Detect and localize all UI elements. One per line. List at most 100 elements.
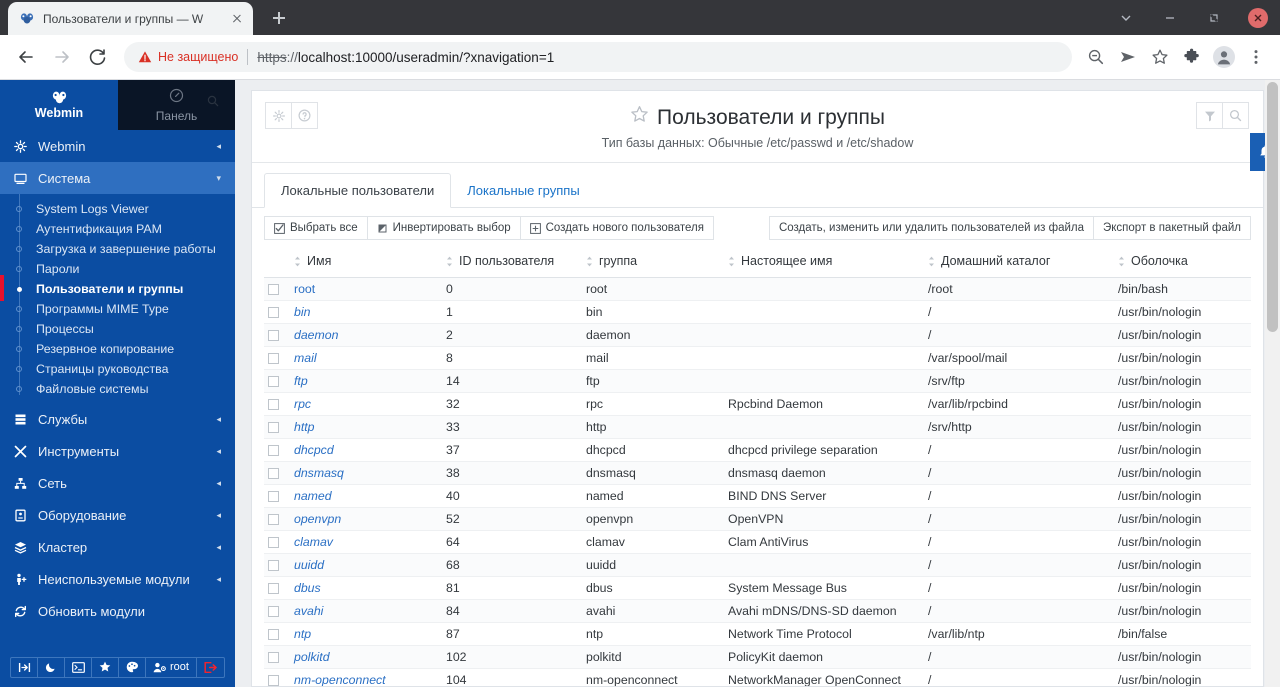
user-link[interactable]: ntp [294,627,311,641]
user-link[interactable]: dbus [294,581,321,595]
row-checkbox[interactable] [268,329,279,341]
table-row[interactable]: http 33 http/srv/http/usr/bin/nologin [264,415,1251,439]
sidebar-item-dashboard[interactable]: Панель [118,80,235,130]
user-link[interactable]: rpc [294,397,311,411]
column-header-home-dir[interactable]: Домашний каталог [924,248,1114,278]
cell-name[interactable]: bin [290,300,442,324]
row-checkbox-cell[interactable] [264,277,290,301]
table-row[interactable]: uuidd 68 uuidd //usr/bin/nologin [264,553,1251,577]
row-checkbox-cell[interactable] [264,415,290,439]
user-link[interactable]: clamav [294,535,333,549]
send-icon[interactable] [1112,41,1144,73]
row-checkbox[interactable] [268,536,279,548]
row-checkbox[interactable] [268,605,279,617]
cell-name[interactable]: dhcpcd [290,438,442,462]
page-scrollbar[interactable] [1265,80,1280,687]
terminal-button[interactable] [65,657,92,677]
row-checkbox-cell[interactable] [264,599,290,623]
row-checkbox[interactable] [268,467,279,479]
user-link[interactable]: polkitd [294,650,330,664]
puzzle-icon[interactable] [1176,41,1208,73]
user-link[interactable]: http [294,420,315,434]
sidebar-group-webmin[interactable]: Webmin ◂ [0,130,235,162]
cell-name[interactable]: dnsmasq [290,461,442,485]
filter-button[interactable] [1196,102,1223,129]
cell-name[interactable]: rpc [290,392,442,416]
cell-name[interactable]: ftp [290,369,442,393]
row-checkbox-cell[interactable] [264,369,290,393]
sidebar-item-pam-auth[interactable]: Аутентификация PAM [0,219,235,239]
user-link[interactable]: dnsmasq [294,466,344,480]
sidebar-group-system[interactable]: Система ▾ [0,162,235,194]
row-checkbox[interactable] [268,651,279,663]
cell-name[interactable]: root [290,277,442,301]
user-link[interactable]: uuidd [294,558,324,572]
cell-name[interactable]: clamav [290,530,442,554]
row-checkbox[interactable] [268,513,279,525]
row-checkbox-cell[interactable] [264,484,290,508]
row-checkbox-cell[interactable] [264,645,290,669]
export-batch-file-button[interactable]: Экспорт в пакетный файл [1093,216,1251,240]
close-icon[interactable] [1236,0,1280,35]
table-row[interactable]: clamav 64 clamav Clam AntiVirus //usr/bin/no… [264,530,1251,554]
table-row[interactable]: nm-openconnect 104 nm-openconnect NetworkMa… [264,668,1251,686]
row-checkbox[interactable] [268,375,279,387]
help-button[interactable] [291,102,318,129]
cell-name[interactable]: dbus [290,576,442,600]
table-row[interactable]: bin 1 bin //usr/bin/nologin [264,300,1251,324]
user-link[interactable]: nm-openconnect [294,673,386,686]
cell-name[interactable]: openvpn [290,507,442,531]
row-checkbox-cell[interactable] [264,346,290,370]
row-checkbox[interactable] [268,398,279,410]
sidebar-brand[interactable]: Webmin [0,80,118,130]
column-header-real-name[interactable]: Настоящее имя [724,248,924,278]
back-arrow-icon[interactable] [8,41,44,73]
tab-local-users[interactable]: Локальные пользователи [264,173,452,208]
table-row[interactable]: mail 8 mail/var/spool/mail/usr/bin/nologin [264,346,1251,370]
user-link[interactable]: daemon [294,328,338,342]
select-all-button[interactable]: Выбрать все [264,216,368,240]
sidebar-item-system-logs-viewer[interactable]: System Logs Viewer [0,199,235,219]
table-row[interactable]: openvpn 52 openvpn OpenVPN //usr/bin/nologin [264,507,1251,531]
cell-name[interactable]: named [290,484,442,508]
sidebar-item-mime-type-programs[interactable]: Программы MIME Type [0,299,235,319]
reload-icon[interactable] [80,41,116,73]
zoom-out-icon[interactable] [1080,41,1112,73]
table-row[interactable]: named 40 named BIND DNS Server //usr/bin/nol… [264,484,1251,508]
row-checkbox-cell[interactable] [264,576,290,600]
user-link[interactable]: openvpn [294,512,341,526]
cell-name[interactable]: daemon [290,323,442,347]
user-link[interactable]: bin [294,305,310,319]
user-link[interactable]: ftp [294,374,308,388]
row-checkbox-cell[interactable] [264,392,290,416]
row-checkbox-cell[interactable] [264,300,290,324]
forward-arrow-icon[interactable] [44,41,80,73]
row-checkbox-cell[interactable] [264,553,290,577]
sidebar-user-button[interactable]: root [146,657,197,677]
minimize-icon[interactable] [1148,0,1192,35]
table-row[interactable]: ftp 14 ftp/srv/ftp/usr/bin/nologin [264,369,1251,393]
table-row[interactable]: rpc 32 rpc Rpcbind Daemon/var/lib/rpcbind/u… [264,392,1251,416]
row-checkbox[interactable] [268,352,279,364]
theme-button[interactable] [119,657,146,677]
table-row[interactable]: daemon 2 daemon //usr/bin/nologin [264,323,1251,347]
column-header-uid[interactable]: ID пользователя [442,248,582,278]
sidebar-item-passwords[interactable]: Пароли [0,259,235,279]
address-bar[interactable]: Не защищено https://localhost:10000/user… [124,42,1072,72]
sidebar-item-processes[interactable]: Процессы [0,319,235,339]
search-button[interactable] [1222,102,1249,129]
sidebar-item-users-and-groups[interactable]: Пользователи и группы [0,275,235,301]
row-checkbox[interactable] [268,582,279,594]
table-row[interactable]: root 0 root/root/bin/bash [264,277,1251,301]
sidebar-item-backup[interactable]: Резервное копирование [0,339,235,359]
row-checkbox-cell[interactable] [264,461,290,485]
row-checkbox[interactable] [268,283,279,295]
collapse-sidebar-button[interactable] [11,657,38,677]
favorites-button[interactable] [92,657,119,677]
close-icon[interactable] [229,11,245,27]
tab-local-groups[interactable]: Локальные группы [451,174,595,207]
table-row[interactable]: dbus 81 dbus System Message Bus //usr/bin/no… [264,576,1251,600]
table-row[interactable]: dnsmasq 38 dnsmasq dnsmasq daemon //usr/bin/… [264,461,1251,485]
user-link[interactable]: root [294,282,315,296]
star-icon[interactable] [1144,41,1176,73]
